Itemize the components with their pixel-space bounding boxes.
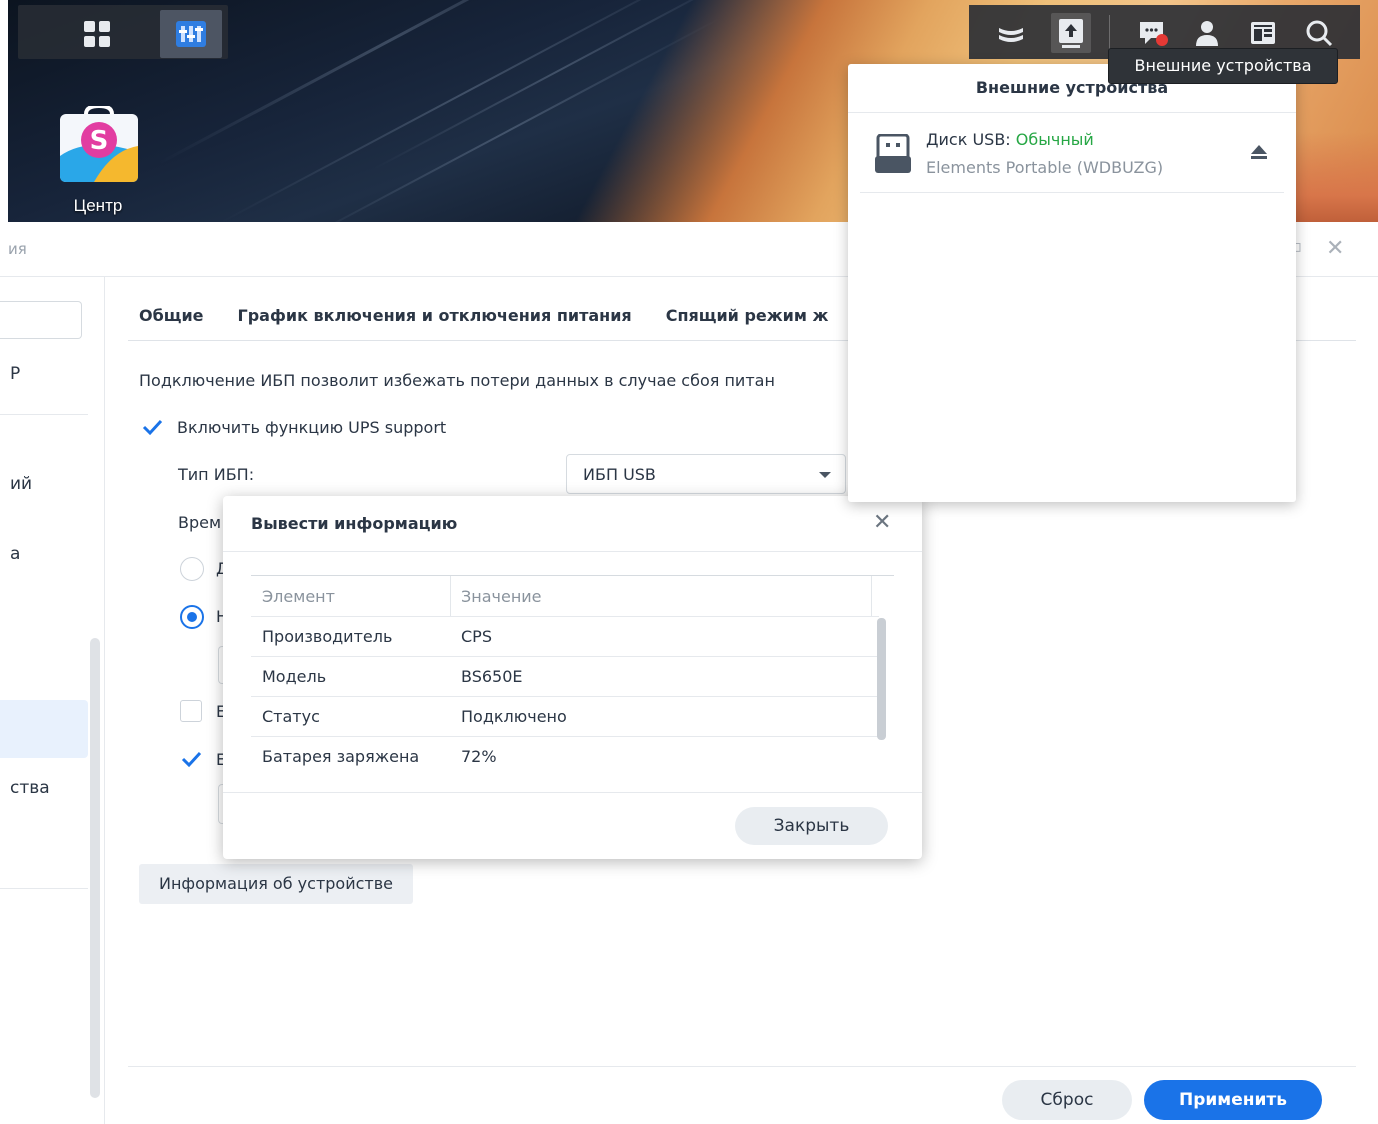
main-menu-button[interactable] — [66, 10, 128, 58]
device-name[interactable]: Диск USB: Обычный — [926, 130, 1094, 149]
storage-stack-icon — [999, 28, 1023, 42]
sidebar-item[interactable]: ства — [10, 778, 50, 798]
column-header-value[interactable]: Значение — [461, 587, 542, 606]
ups-type-select[interactable]: ИБП USB — [566, 454, 846, 494]
sidebar-item[interactable]: Р — [10, 364, 20, 384]
row-item: Статус — [262, 707, 320, 726]
widgets-button[interactable] — [1243, 13, 1283, 53]
table-row: Статус Подключено — [251, 696, 879, 736]
control-panel-icon — [176, 21, 206, 47]
sidebar-item[interactable]: а — [10, 544, 20, 564]
ups-type-label: Тип ИБП: — [178, 465, 255, 484]
radio-option-2[interactable] — [180, 605, 204, 629]
tab-hibernation[interactable]: Спящий режим ж — [666, 306, 829, 325]
table-row: Производитель CPS — [251, 616, 879, 656]
radio-option-1[interactable] — [180, 557, 204, 581]
enable-ups-label: Включить функцию UPS support — [177, 417, 447, 437]
taskbar — [18, 5, 228, 59]
dialog-close-icon[interactable]: ✕ — [873, 510, 891, 535]
desktop-icon-label: Центр — [73, 196, 123, 215]
device-status: Обычный — [1015, 130, 1094, 149]
row-item: Батарея заряжена — [262, 747, 420, 766]
window-title: ия — [8, 240, 27, 258]
row-value: BS650E — [461, 667, 523, 686]
device-info-dialog: Вывести информацию ✕ Элемент Значение Пр… — [223, 496, 922, 859]
row-item: Модель — [262, 667, 327, 686]
row-value: 72% — [461, 747, 497, 766]
external-devices-panel: Внешние устройства Диск USB: Обычный Ele… — [848, 64, 1296, 502]
search-button[interactable] — [1299, 13, 1339, 53]
window-close-icon[interactable]: ✕ — [1326, 236, 1344, 261]
chevron-down-icon — [819, 472, 831, 478]
sidebar-item-selected[interactable] — [0, 700, 88, 758]
column-header-item[interactable]: Элемент — [262, 587, 335, 606]
tab-power-schedule[interactable]: График включения и отключения питания — [238, 306, 632, 325]
table-row: Батарея заряжена 72% — [251, 736, 879, 776]
table-row: Модель BS650E — [251, 656, 879, 696]
option-row-3[interactable]: Е — [180, 748, 226, 770]
sidebar-search-input[interactable] — [0, 301, 82, 339]
option-checkbox-2[interactable] — [180, 700, 202, 722]
row-item: Производитель — [262, 627, 393, 646]
enable-ups-checkbox[interactable] — [141, 416, 163, 438]
package-center-icon: S — [60, 103, 138, 182]
row-value: Подключено — [461, 707, 567, 726]
device-info-button[interactable]: Информация об устройстве — [139, 864, 413, 904]
notifications-icon — [1140, 22, 1168, 46]
row-value: CPS — [461, 627, 492, 646]
dialog-close-button[interactable]: Закрыть — [735, 807, 888, 845]
desktop-icon-package-center[interactable]: S — [58, 103, 140, 184]
enable-ups-row[interactable]: Включить функцию UPS support — [141, 416, 446, 438]
apply-button[interactable]: Применить — [1144, 1080, 1322, 1120]
table-scrollbar[interactable] — [877, 618, 886, 740]
external-devices-button[interactable] — [1051, 13, 1091, 53]
user-button[interactable] — [1187, 13, 1227, 53]
dialog-title: Вывести информацию — [251, 514, 458, 533]
device-model: Elements Portable (WDBUZG) — [926, 158, 1164, 177]
usb-drive-icon — [875, 134, 911, 173]
taskbar-control-panel[interactable] — [160, 10, 222, 58]
table-header: Элемент Значение — [251, 576, 894, 616]
tab-general[interactable]: Общие — [139, 306, 204, 325]
svg-text:S: S — [90, 126, 109, 156]
sidebar-item[interactable]: ий — [10, 474, 32, 494]
search-icon — [1306, 20, 1333, 47]
ups-type-value: ИБП USB — [583, 465, 656, 484]
checkmark-icon — [142, 419, 163, 436]
eject-icon[interactable] — [1250, 144, 1268, 160]
notifications-button[interactable] — [1133, 13, 1173, 53]
time-label: Врем — [178, 513, 222, 532]
option-checkbox-3[interactable] — [180, 748, 202, 770]
storage-button[interactable] — [991, 13, 1031, 53]
reset-button[interactable]: Сброс — [1002, 1080, 1132, 1120]
user-icon — [1196, 21, 1218, 46]
checkmark-icon — [181, 751, 202, 768]
sidebar-scrollbar[interactable] — [90, 638, 100, 1098]
option-row-2[interactable]: Е — [180, 700, 226, 722]
apps-grid-icon — [84, 21, 110, 47]
device-name-label: Диск USB: — [926, 130, 1011, 149]
widgets-icon — [1251, 22, 1275, 44]
tooltip: Внешние устройства — [1108, 48, 1338, 84]
external-devices-icon — [1059, 19, 1083, 48]
tab-bar: Общие График включения и отключения пита… — [139, 306, 862, 325]
ups-description: Подключение ИБП позволит избежать потери… — [139, 371, 775, 390]
